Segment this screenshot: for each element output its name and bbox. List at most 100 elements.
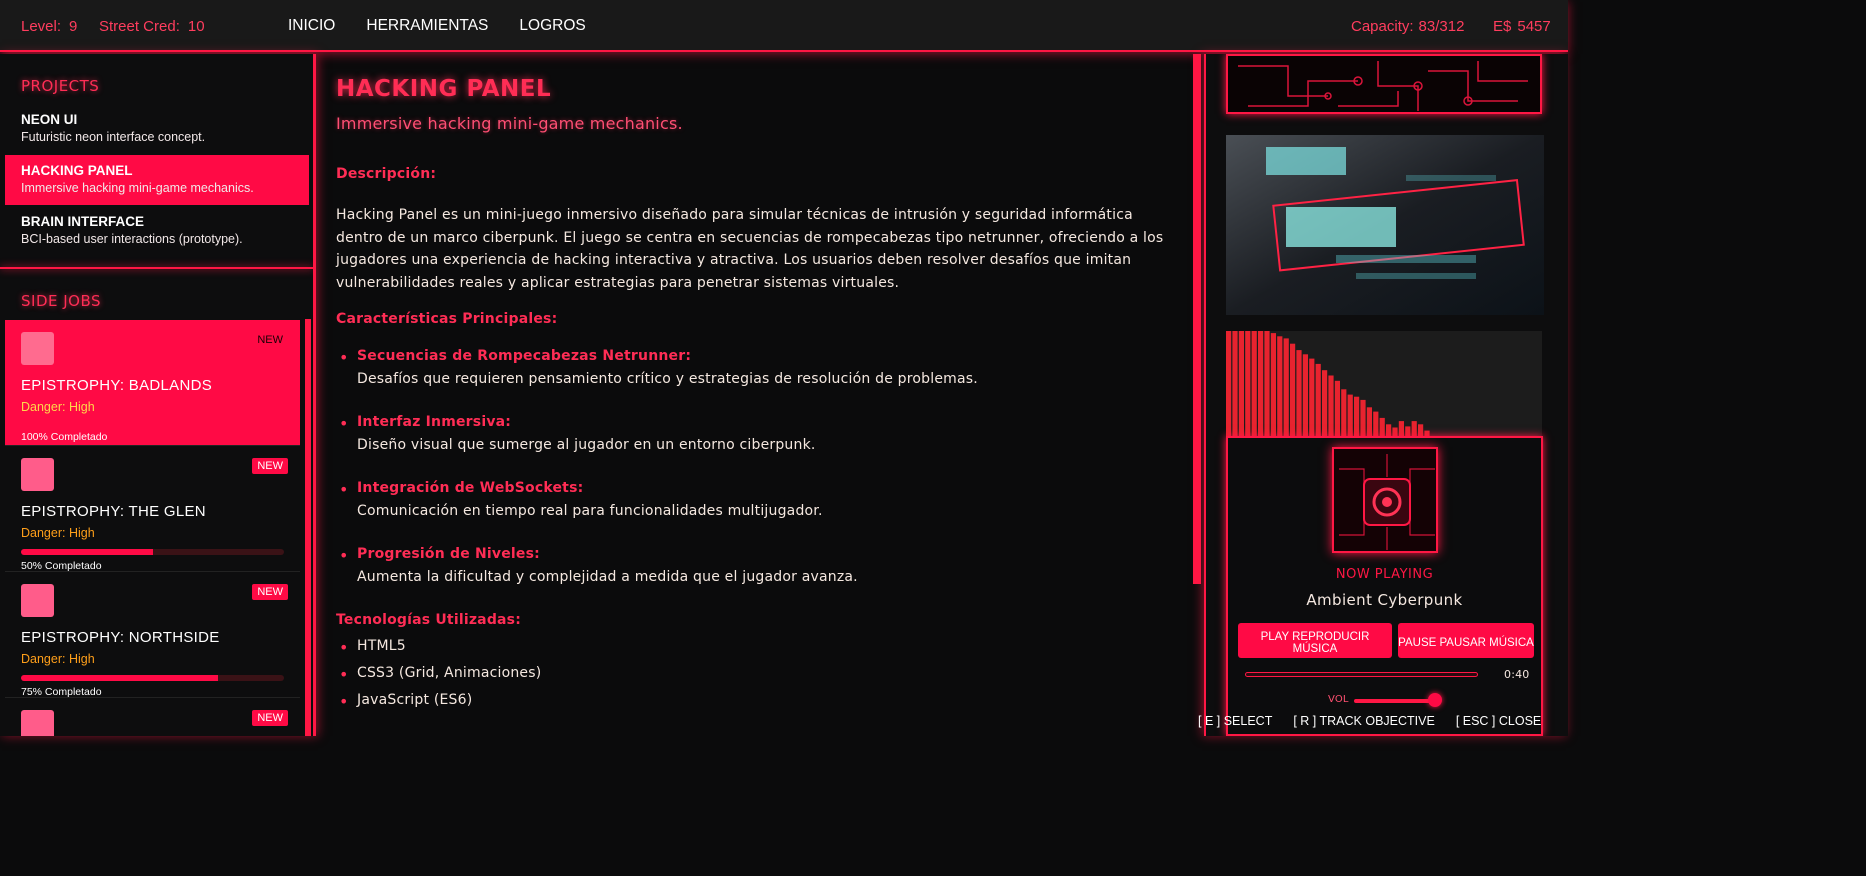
eq-bar (1322, 370, 1328, 437)
project-item[interactable]: NEON UI Futuristic neon interface concep… (5, 104, 309, 154)
eq-bar (1315, 363, 1321, 437)
job-title: EPISTROPHY: THE GLEN (21, 503, 206, 520)
track-progress-bar[interactable] (1245, 672, 1478, 677)
hint-select: [ E ] SELECT (1198, 714, 1273, 728)
left-panel: PROJECTS NEON UI Futuristic neon interfa… (0, 54, 316, 736)
eq-bar (1354, 396, 1360, 437)
features-list: Secuencias de Rompecabezas Netrunner: De… (336, 348, 1182, 603)
eq-bar (1366, 407, 1372, 437)
volume-knob[interactable] (1428, 693, 1442, 707)
project-desc: BCI-based user interactions (prototype). (21, 232, 243, 246)
eq-bar (1290, 343, 1296, 437)
description-text: Hacking Panel es un mini-juego inmersivo… (336, 207, 1164, 291)
job-danger: Danger: High (21, 526, 95, 540)
nav-herramientas[interactable]: HERRAMIENTAS (366, 17, 488, 35)
job-thumbnail (21, 332, 54, 365)
project-item-active[interactable]: HACKING PANEL Immersive hacking mini-gam… (5, 155, 309, 205)
level-stat: Level: 9 (21, 18, 77, 35)
feature-item: Interfaz Inmersiva: Diseño visual que su… (336, 414, 1182, 480)
eq-bar (1238, 331, 1244, 437)
project-item[interactable]: BRAIN INTERFACE BCI-based user interacti… (5, 206, 309, 256)
tech-item: JavaScript (ES6) (336, 692, 1182, 719)
hint-track-objective: [ R ] TRACK OBJECTIVE (1293, 714, 1435, 728)
project-desc: Immersive hacking mini-game mechanics. (21, 181, 254, 195)
eq-bar (1226, 331, 1232, 437)
new-badge: NEW (252, 710, 288, 726)
money-label: E$ (1493, 18, 1512, 35)
feature-title: Progresión de Niveles: (357, 546, 540, 562)
feature-item: Progresión de Niveles: Aumenta la dificu… (336, 546, 1182, 603)
money-stat: E$ 5457 (1493, 18, 1551, 35)
features-heading: Características Principales: (336, 311, 558, 327)
project-detail: HACKING PANEL Immersive hacking mini-gam… (316, 54, 1202, 736)
project-title: HACKING PANEL (21, 163, 133, 178)
nav-inicio[interactable]: INICIO (288, 17, 335, 35)
capacity-stat: Capacity: 83/312 (1351, 18, 1464, 35)
page-title: HACKING PANEL (336, 76, 552, 102)
job-danger: Danger: High (21, 652, 95, 666)
job-thumbnail (21, 458, 54, 491)
right-panel: NOW PLAYING Ambient Cyberpunk PLAY REPRO… (1204, 54, 1568, 736)
track-time: 0:40 (1504, 668, 1530, 681)
eq-bar (1379, 417, 1385, 437)
project-desc: Futuristic neon interface concept. (21, 130, 206, 144)
play-button[interactable]: PLAY REPRODUCIR MÚSICA (1238, 623, 1392, 658)
level-label: Level: (21, 18, 62, 35)
eq-bar (1264, 331, 1270, 437)
main-scrollbar[interactable] (1193, 54, 1201, 584)
capacity-label: Capacity: (1351, 18, 1414, 35)
eq-bar (1270, 333, 1276, 437)
circuit-image (1226, 54, 1542, 114)
eq-bar (1283, 338, 1289, 437)
hint-close: [ ESC ] CLOSE (1455, 714, 1542, 728)
tech-heading: Tecnologías Utilizadas: (336, 612, 522, 628)
feature-desc: Aumenta la dificultad y complejidad a me… (357, 569, 858, 585)
left-scrollbar[interactable] (305, 319, 311, 736)
eq-bar (1232, 331, 1238, 437)
feature-desc: Diseño visual que sumerge al jugador en … (357, 437, 816, 453)
job-progress-fill (21, 549, 153, 555)
pause-button[interactable]: PAUSE PAUSAR MÚSICA (1398, 623, 1534, 658)
side-job-item[interactable]: NEW EPISTROPHY: NORTHSIDE Danger: High 7… (5, 572, 300, 698)
music-player: NOW PLAYING Ambient Cyberpunk PLAY REPRO… (1226, 436, 1543, 736)
new-badge: NEW (252, 584, 288, 600)
album-cover (1332, 447, 1438, 553)
job-thumbnail (21, 710, 54, 736)
tech-list: HTML5 CSS3 (Grid, Animaciones) JavaScrip… (336, 638, 1182, 719)
page-subtitle: Immersive hacking mini-game mechanics. (336, 114, 683, 133)
street-cred-stat: Street Cred: 10 (99, 18, 205, 35)
eq-bar (1373, 411, 1379, 437)
eq-bar (1341, 389, 1347, 437)
nav-logros[interactable]: LOGROS (519, 17, 585, 35)
eq-bar (1245, 331, 1251, 437)
eq-bar (1309, 358, 1315, 437)
new-badge: NEW (252, 458, 288, 474)
job-danger: Danger: High (21, 400, 95, 414)
description-heading: Descripción: (336, 166, 437, 182)
job-progress-fill (21, 675, 219, 681)
job-progress-text: 75% Completado (21, 686, 102, 698)
eq-bar (1347, 394, 1353, 437)
project-title: NEON UI (21, 112, 78, 127)
eq-bar (1277, 336, 1283, 437)
job-title: EPISTROPHY: NORTHSIDE (21, 629, 220, 646)
key-hints: [ E ] SELECT [ R ] TRACK OBJECTIVE [ ESC… (1198, 714, 1541, 728)
tech-item: CSS3 (Grid, Animaciones) (336, 665, 1182, 692)
feature-title: Secuencias de Rompecabezas Netrunner: (357, 348, 692, 364)
eq-bar (1251, 331, 1257, 437)
eq-bar (1334, 380, 1340, 437)
side-job-item-active[interactable]: NEW EPISTROPHY: BADLANDS Danger: High 10… (5, 320, 300, 446)
job-progress-bar (21, 675, 284, 681)
job-progress-bar (21, 549, 284, 555)
project-title: BRAIN INTERFACE (21, 214, 145, 229)
level-value: 9 (69, 18, 78, 35)
section-divider (0, 267, 313, 269)
side-jobs-title: SIDE JOBS (21, 292, 102, 310)
audio-visualizer (1226, 331, 1542, 437)
side-job-item[interactable]: NEW EPISTROPHY: THE GLEN Danger: High 50… (5, 446, 300, 572)
eq-bar (1411, 421, 1417, 437)
side-job-item[interactable]: NEW (5, 698, 300, 736)
volume-label: VOL (1328, 694, 1349, 705)
feature-item: Secuencias de Rompecabezas Netrunner: De… (336, 348, 1182, 414)
main-nav: INICIO HERRAMIENTAS LOGROS (288, 17, 586, 35)
